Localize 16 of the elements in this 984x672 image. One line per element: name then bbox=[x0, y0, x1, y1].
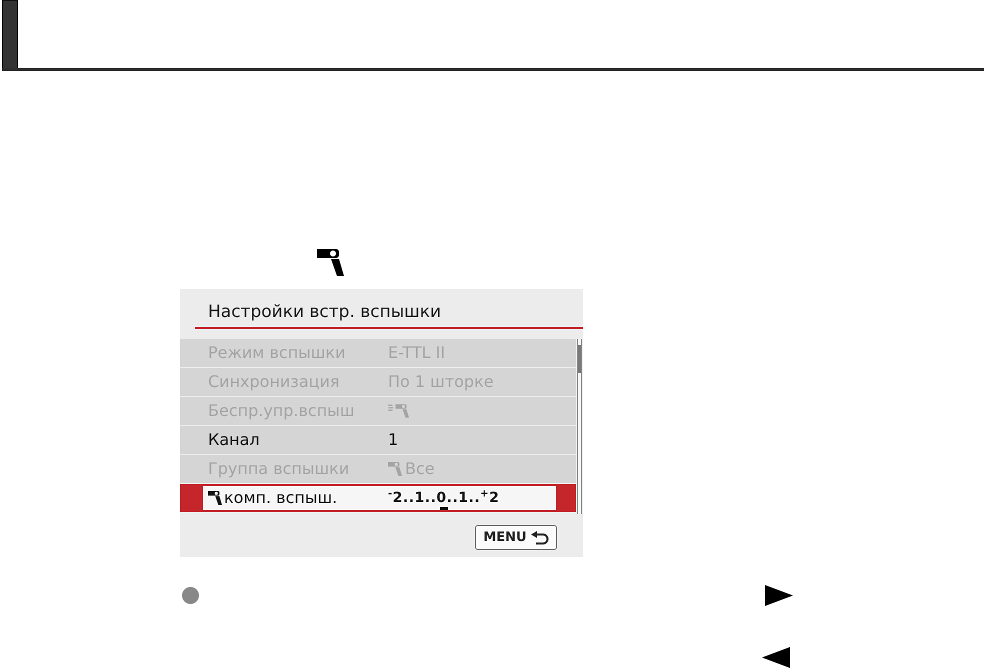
setting-name: Канал bbox=[208, 430, 260, 450]
menu-title: Настройки встр. вспышки bbox=[208, 302, 442, 322]
right-triangle-icon bbox=[765, 584, 793, 606]
wireless-flash-icon bbox=[388, 404, 410, 418]
left-triangle-icon bbox=[762, 647, 790, 668]
setting-value: 1 bbox=[388, 430, 398, 450]
setting-name: комп. вспыш. bbox=[224, 488, 338, 508]
flash-icon bbox=[388, 462, 402, 476]
flash-icon bbox=[208, 491, 222, 505]
return-arrow-icon bbox=[530, 530, 549, 544]
menu-row[interactable]: комп. вспыш. $^{-}$2..1..0..1..$^{+}$2 bbox=[180, 484, 576, 512]
compensation-scale: $^{-}$2..1..0..1..$^{+}$2 bbox=[388, 489, 500, 507]
bullet-icon bbox=[182, 586, 199, 604]
menu-back-button[interactable]: MENU bbox=[475, 525, 557, 550]
menu-row[interactable]: Канал 1 bbox=[180, 426, 576, 454]
flash-icon bbox=[317, 249, 344, 276]
